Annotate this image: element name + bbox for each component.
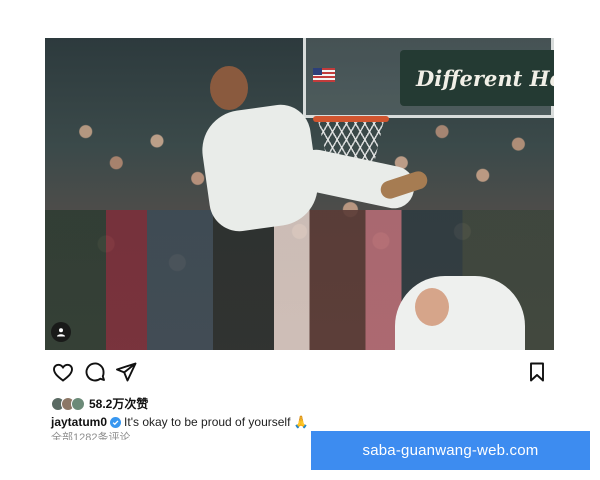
heart-icon[interactable] (51, 360, 75, 384)
post-caption: jaytatum0 It's okay to be proud of yours… (51, 415, 309, 429)
watermark-banner: saba-guanwang-web.com (311, 431, 590, 470)
likes-count[interactable]: 58.2万次赞 (89, 395, 148, 412)
watermark-text: saba-guanwang-web.com (362, 442, 539, 459)
user-tag-icon[interactable] (51, 322, 71, 342)
caption-username[interactable]: jaytatum0 (51, 415, 107, 429)
bookmark-icon[interactable] (525, 360, 549, 384)
paper-plane-icon[interactable] (114, 360, 138, 384)
post-photo[interactable]: Different Her (45, 38, 554, 350)
banner-text: Different Her (416, 65, 554, 91)
action-bar (45, 360, 555, 398)
speech-bubble-icon[interactable] (83, 360, 107, 384)
arena-banner: Different Her (400, 50, 554, 106)
liker-avatars (51, 396, 85, 411)
teammate-head (415, 288, 449, 326)
avatar (71, 396, 85, 411)
caption-text: It's okay to be proud of yourself 🙏 (124, 415, 309, 429)
view-comments-link[interactable]: 全部1282条评论 (51, 431, 130, 440)
basketball-rim (313, 116, 389, 122)
likes-row[interactable]: 58.2万次赞 (51, 395, 148, 412)
instagram-post: Different Her (45, 38, 555, 398)
us-flag-icon (313, 68, 335, 82)
teammate-figure (395, 276, 525, 350)
verified-badge-icon (110, 416, 122, 428)
player-head (210, 66, 248, 110)
